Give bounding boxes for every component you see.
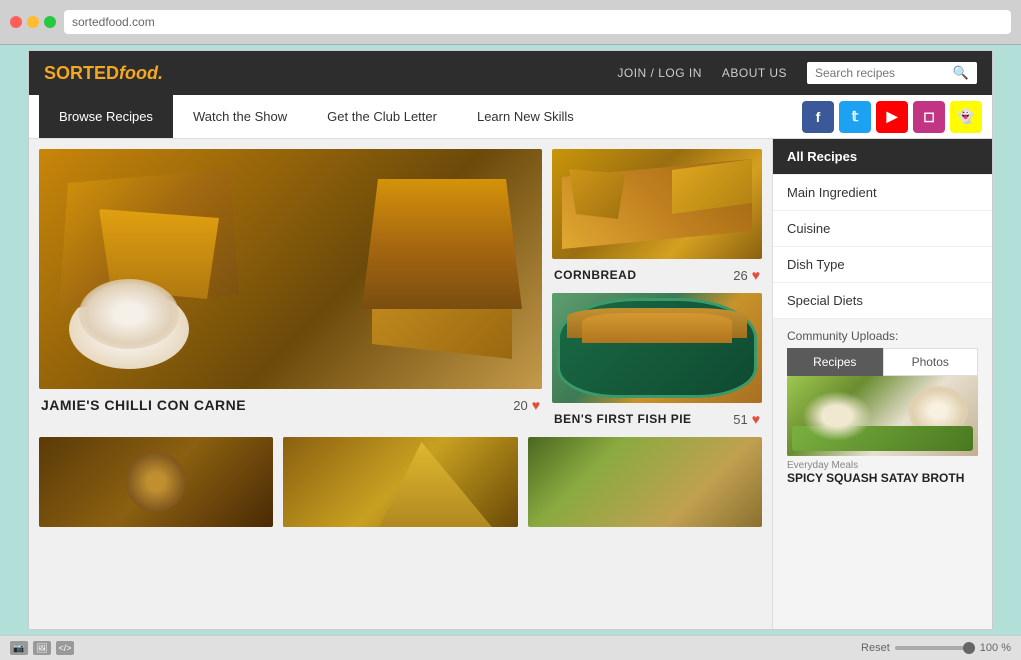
featured-recipe-likes: 20 ♥ <box>513 397 540 413</box>
fishpie-title: BEN'S FIRST FISH PIE <box>554 412 692 426</box>
fishpie-likes-count: 51 <box>733 412 747 427</box>
camera-icon[interactable]: 📷 <box>10 641 28 655</box>
tab-club-letter[interactable]: Get the Club Letter <box>307 95 457 138</box>
reset-label[interactable]: Reset <box>861 642 890 654</box>
logo-food: food. <box>119 63 163 83</box>
zoom-slider-area: Reset 100 % <box>861 642 1011 654</box>
fishpie-top <box>567 308 747 338</box>
browser-bottom-bar: 📷 🖼 </> Reset 100 % <box>0 635 1021 660</box>
address-text: sortedfood.com <box>72 15 155 29</box>
main-content: JAMIE'S CHILLI CON CARNE 20 ♥ <box>29 139 992 629</box>
minimize-dot[interactable] <box>27 16 39 28</box>
community-tab-photos[interactable]: Photos <box>883 348 979 376</box>
food-circle <box>126 452 186 512</box>
recipe-content-area: JAMIE'S CHILLI CON CARNE 20 ♥ <box>29 139 772 629</box>
maximize-dot[interactable] <box>44 16 56 28</box>
cornbread-heart-icon: ♥ <box>752 267 760 283</box>
bottom-recipe-2[interactable] <box>283 437 517 527</box>
snapchat-icon[interactable]: 👻 <box>950 101 982 133</box>
cornbread-likes: 26 ♥ <box>733 267 760 283</box>
bottom-recipe-3-bg <box>528 437 762 527</box>
search-icon: 🔍 <box>953 65 969 81</box>
facebook-icon[interactable]: f <box>802 101 834 133</box>
bottom-recipe-1-bg <box>39 437 273 527</box>
zoom-slider[interactable] <box>895 646 975 650</box>
cornbread-likes-count: 26 <box>733 268 747 283</box>
cornbread-slice-2 <box>562 169 632 219</box>
fishpie-recipe-card[interactable]: BEN'S FIRST FISH PIE 51 ♥ <box>552 293 762 427</box>
sidebar-menu: All Recipes Main Ingredient Cuisine Dish… <box>773 139 992 319</box>
community-green-accent <box>792 426 973 451</box>
sidebar-item-all-recipes[interactable]: All Recipes <box>773 139 992 175</box>
featured-likes-count: 20 <box>513 398 527 413</box>
cornbread-bg <box>552 149 762 259</box>
about-us-link[interactable]: ABOUT US <box>722 66 787 80</box>
window-controls <box>10 16 56 28</box>
youtube-icon[interactable]: ▶ <box>876 101 908 133</box>
fishpie-image <box>552 293 762 403</box>
search-input[interactable] <box>815 66 948 80</box>
featured-recipe-image <box>39 149 542 389</box>
bottom-toolbar-icons: 📷 🖼 </> <box>10 641 74 655</box>
food-triangle <box>365 442 506 527</box>
bottom-recipe-row <box>39 437 762 527</box>
sidebar-item-dish-type[interactable]: Dish Type <box>773 247 992 283</box>
fishpie-likes: 51 ♥ <box>733 411 760 427</box>
site-header: SORTEDfood. JOIN / LOG IN ABOUT US 🔍 <box>29 51 992 95</box>
instagram-icon[interactable]: ◻ <box>913 101 945 133</box>
image-icon[interactable]: 🖼 <box>33 641 51 655</box>
cornbread-image <box>552 149 762 259</box>
sidebar-item-main-ingredient[interactable]: Main Ingredient <box>773 175 992 211</box>
browser-chrome: sortedfood.com <box>0 0 1021 45</box>
cornbread-title: CORNBREAD <box>554 268 637 282</box>
community-label: Community Uploads: <box>787 329 898 343</box>
tab-browse-recipes[interactable]: Browse Recipes <box>39 95 173 138</box>
community-recipe-category: Everyday Meals <box>787 460 978 471</box>
community-recipe-card[interactable]: Everyday Meals SPICY SQUASH SATAY BROTH <box>787 376 978 485</box>
nav-tabs-bar: Browse Recipes Watch the Show Get the Cl… <box>29 95 992 139</box>
featured-recipe-bg <box>39 149 542 389</box>
community-recipe-image <box>787 376 978 456</box>
close-dot[interactable] <box>10 16 22 28</box>
address-bar[interactable]: sortedfood.com <box>64 10 1011 34</box>
bottom-recipe-2-bg <box>283 437 517 527</box>
site-logo[interactable]: SORTEDfood. <box>44 63 163 84</box>
heart-icon: ♥ <box>532 397 540 413</box>
cornbread-recipe-card[interactable]: CORNBREAD 26 ♥ <box>552 149 762 283</box>
twitter-icon[interactable]: 𝕥 <box>839 101 871 133</box>
cornbread-info: CORNBREAD 26 ♥ <box>552 267 762 283</box>
secondary-recipes-stack: CORNBREAD 26 ♥ <box>552 149 762 427</box>
search-bar[interactable]: 🔍 <box>807 62 977 84</box>
community-img-bg <box>787 376 978 456</box>
bread-shape <box>372 259 512 359</box>
social-icons-group: f 𝕥 ▶ ◻ 👻 <box>802 101 982 133</box>
recipe-grid-top: JAMIE'S CHILLI CON CARNE 20 ♥ <box>39 149 762 427</box>
fishpie-bg <box>552 293 762 403</box>
bottom-recipe-1[interactable] <box>39 437 273 527</box>
featured-recipe-info: JAMIE'S CHILLI CON CARNE 20 ♥ <box>39 397 542 413</box>
tab-learn-skills[interactable]: Learn New Skills <box>457 95 594 138</box>
featured-recipe-card[interactable]: JAMIE'S CHILLI CON CARNE 20 ♥ <box>39 149 542 427</box>
zoom-level: 100 % <box>980 642 1011 654</box>
featured-recipe-title: JAMIE'S CHILLI CON CARNE <box>41 397 246 413</box>
header-nav: JOIN / LOG IN ABOUT US <box>617 66 787 80</box>
community-tabs: Recipes Photos <box>787 348 978 376</box>
fishpie-heart-icon: ♥ <box>752 411 760 427</box>
community-tab-recipes[interactable]: Recipes <box>787 348 883 376</box>
page-wrapper: SORTEDfood. JOIN / LOG IN ABOUT US 🔍 Bro… <box>28 50 993 630</box>
bowl-shape <box>79 279 179 349</box>
join-login-link[interactable]: JOIN / LOG IN <box>617 66 702 80</box>
tab-watch-show[interactable]: Watch the Show <box>173 95 307 138</box>
sidebar-item-cuisine[interactable]: Cuisine <box>773 211 992 247</box>
community-recipe-title: SPICY SQUASH SATAY BROTH <box>787 471 978 485</box>
fishpie-info: BEN'S FIRST FISH PIE 51 ♥ <box>552 411 762 427</box>
bottom-recipe-3[interactable] <box>528 437 762 527</box>
sidebar: All Recipes Main Ingredient Cuisine Dish… <box>772 139 992 629</box>
logo-sorted: SORTED <box>44 63 119 83</box>
cornbread-slice <box>672 159 752 214</box>
code-icon[interactable]: </> <box>56 641 74 655</box>
community-section: Community Uploads: <box>773 319 992 348</box>
sidebar-item-special-diets[interactable]: Special Diets <box>773 283 992 319</box>
zoom-slider-thumb[interactable] <box>963 642 975 654</box>
